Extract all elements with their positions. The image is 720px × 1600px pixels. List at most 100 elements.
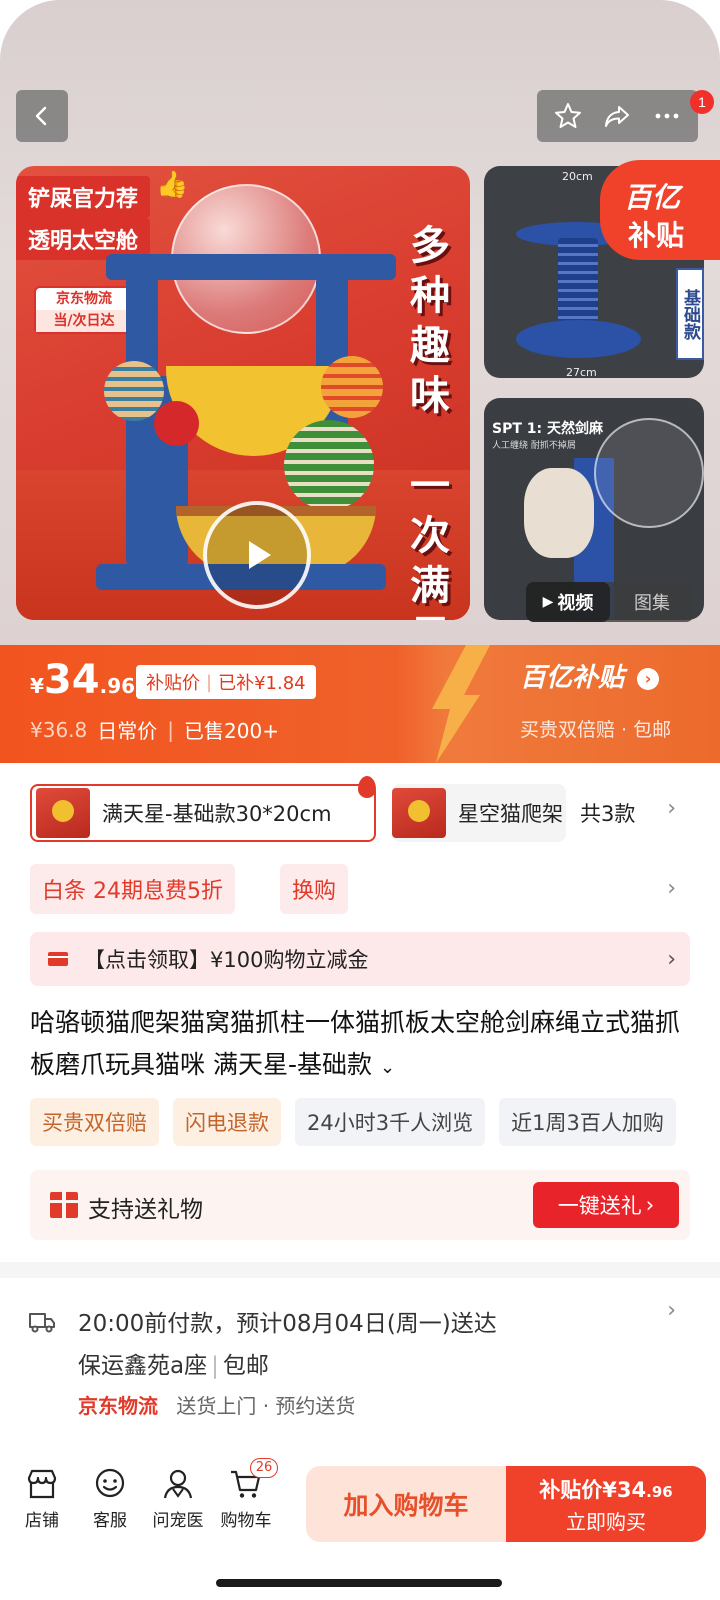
exchange-chip[interactable]: 换购: [280, 864, 349, 914]
share-icon: [605, 106, 630, 127]
buy-price-label: 补贴价¥34: [539, 1478, 647, 1502]
sold-count: 已售200+: [184, 719, 279, 743]
price-banner: ¥ 34 .96 补贴价 | 已补¥1.84 ¥36.8 日常价 | 已售200…: [0, 645, 720, 763]
tag-add-to-cart: 近1周3百人加购: [499, 1098, 676, 1146]
chevron-right-icon[interactable]: ›: [667, 796, 676, 821]
variant-count[interactable]: 共3款: [580, 798, 635, 828]
play-small-icon: ▶: [542, 594, 554, 610]
section-divider: [0, 1262, 720, 1278]
lightning-decoration-icon: [432, 645, 490, 763]
product-page: 1 铲屎官力荐 透明太空舱 👍 京东物流 当/次日达 多种趣味 一次满 20cm…: [0, 0, 720, 1600]
jd-logistics-line1: 京东物流: [56, 291, 112, 307]
image-tag-recommend: 铲屎官力荐: [16, 176, 151, 218]
subsidy-amount: 已补¥1.84: [218, 673, 306, 694]
thumbs-up-icon: 👍: [156, 170, 189, 200]
main-product-image[interactable]: 铲屎官力荐 透明太空舱 👍 京东物流 当/次日达 多种趣味 一次满足: [16, 166, 470, 620]
chevron-left-icon: [35, 106, 47, 126]
original-price: ¥36.8: [30, 717, 88, 742]
tab-video[interactable]: ▶ 视频: [526, 582, 610, 622]
tag-price-protect[interactable]: 买贵双倍赔: [30, 1098, 159, 1146]
top-action-group: [537, 90, 698, 142]
baitiao-installment-chip[interactable]: 白条 24期息费5折: [30, 864, 235, 914]
favorite-button[interactable]: [548, 96, 588, 136]
promo-vertical-text-1: 多种趣味: [410, 223, 450, 419]
planet-ball: [321, 356, 383, 418]
card-icon: [48, 952, 68, 966]
carrier-name: 京东物流: [78, 1394, 158, 1418]
separator: |: [211, 1353, 219, 1379]
tab-gallery[interactable]: 图集: [610, 589, 694, 615]
variant-thumbnail: [36, 788, 90, 838]
cart-count-badge: 26: [250, 1458, 278, 1478]
space-capsule-bubble: [594, 418, 704, 528]
coupon-banner[interactable]: 【点击领取】¥100购物立减金 ›: [30, 932, 690, 986]
play-icon: [249, 541, 271, 569]
tag-fast-refund[interactable]: 闪电退款: [173, 1098, 281, 1146]
buy-now-button[interactable]: 补贴价¥34.96 立即购买: [506, 1466, 706, 1542]
delivery-address-line: 保运鑫苑a座 | 包邮: [78, 1346, 269, 1380]
delivery-services-line: 京东物流 送货上门 · 预约送货: [78, 1390, 355, 1419]
gift-row: 支持送礼物 一键送礼 ›: [30, 1170, 690, 1240]
program-name: 百亿补贴: [520, 663, 625, 693]
video-play-button[interactable]: [203, 501, 311, 609]
nav-cart[interactable]: 26 购物车: [216, 1458, 278, 1531]
badge-line2: 补贴: [628, 219, 685, 252]
service-tags: 买贵双倍赔 闪电退款 24小时3千人浏览 近1周3百人加购: [30, 1098, 720, 1148]
more-button[interactable]: [647, 96, 687, 136]
chevron-right-icon: ›: [667, 1298, 676, 1323]
more-dots-icon: [655, 113, 679, 119]
gift-icon: [50, 1192, 78, 1218]
planet-ball: [104, 361, 164, 421]
buy-price-decimal: .96: [646, 1483, 673, 1501]
nav-service[interactable]: 客服: [80, 1462, 140, 1531]
bottom-action-bar: 店铺 客服 问宠医 26 购物车 加入购物车 补贴价¥34.96 立即购买: [0, 1452, 720, 1562]
price-integer: 34: [43, 657, 100, 703]
chevron-right-icon: ›: [645, 1193, 655, 1217]
variant-thumbnail: [392, 788, 446, 838]
sisal-subtitle: 人工缠绕 耐抓不掉屑: [492, 441, 576, 451]
buy-now-label: 立即购买: [566, 1510, 646, 1534]
nav-store[interactable]: 店铺: [12, 1462, 72, 1531]
thumb-dot: [408, 800, 430, 822]
dimension-bottom-label: 27cm: [566, 366, 597, 379]
nav-vet-label: 问宠医: [152, 1511, 204, 1531]
back-button[interactable]: [16, 90, 68, 142]
promo-vertical-text-2: 一次满足: [410, 463, 450, 620]
planet-ball: [154, 401, 199, 446]
nav-vet[interactable]: 问宠医: [148, 1462, 208, 1531]
share-button[interactable]: [597, 96, 637, 136]
billion-subsidy-link[interactable]: 百亿补贴 ›: [520, 657, 660, 694]
finance-row[interactable]: 白条 24期息费5折 换购 ›: [0, 864, 720, 916]
variant-selector: 满天星-基础款30*20cm 星空猫爬架 共3款 ›: [0, 776, 720, 848]
side-scratcher-base: [516, 320, 641, 358]
badge-line1: 百亿: [624, 181, 681, 214]
delivery-address: 保运鑫苑a座: [78, 1353, 208, 1379]
variant-option-selected[interactable]: 满天星-基础款30*20cm: [30, 784, 376, 842]
buy-now-price: 补贴价¥34.96: [506, 1474, 706, 1504]
home-indicator[interactable]: [216, 1579, 502, 1587]
chevron-right-icon: ›: [667, 876, 676, 901]
price-decimal: .96: [99, 674, 136, 698]
vet-icon: [163, 1469, 193, 1499]
star-icon: [554, 103, 581, 128]
variant-option[interactable]: 星空猫爬架: [392, 784, 566, 842]
jd-logistics-sticker: 京东物流 当/次日达: [34, 286, 134, 334]
subsidy-label: 补贴价: [146, 673, 200, 694]
separator: |: [167, 717, 175, 742]
subsidy-price-box: 补贴价 | 已补¥1.84: [136, 665, 316, 699]
product-title-text: 哈骆顿猫爬架猫窝猫抓柱一体猫抓板太空舱剑麻绳立式猫抓板磨爪玩具猫咪 满天星-基础…: [30, 1008, 681, 1079]
media-tabs: ▶ 视频 图集: [526, 582, 694, 622]
send-gift-button[interactable]: 一键送礼 ›: [533, 1182, 679, 1228]
variant-label: 满天星-基础款30*20cm: [102, 802, 332, 826]
dimension-top-label: 20cm: [562, 170, 593, 183]
sisal-title: SPT 1: 天然剑麻: [492, 421, 603, 437]
service-icon: [95, 1468, 125, 1498]
product-title[interactable]: 哈骆顿猫爬架猫窝猫抓柱一体猫抓板太空舱剑麻绳立式猫抓板磨爪玩具猫咪 满天星-基础…: [30, 1002, 696, 1089]
price-subline: ¥36.8 日常价 | 已售200+: [30, 715, 279, 744]
delivery-section[interactable]: 20:00前付款，预计08月04日(周一)送达 保运鑫苑a座 | 包邮 京东物流 送…: [0, 1298, 720, 1428]
chevron-down-icon[interactable]: ⌄: [380, 1057, 395, 1078]
add-to-cart-button[interactable]: 加入购物车: [306, 1466, 506, 1542]
variant-label: 星空猫爬架: [458, 802, 563, 826]
nav-cart-label: 购物车: [220, 1511, 272, 1531]
product-gallery[interactable]: 1 铲屎官力荐 透明太空舱 👍 京东物流 当/次日达 多种趣味 一次满 20cm…: [0, 0, 720, 645]
